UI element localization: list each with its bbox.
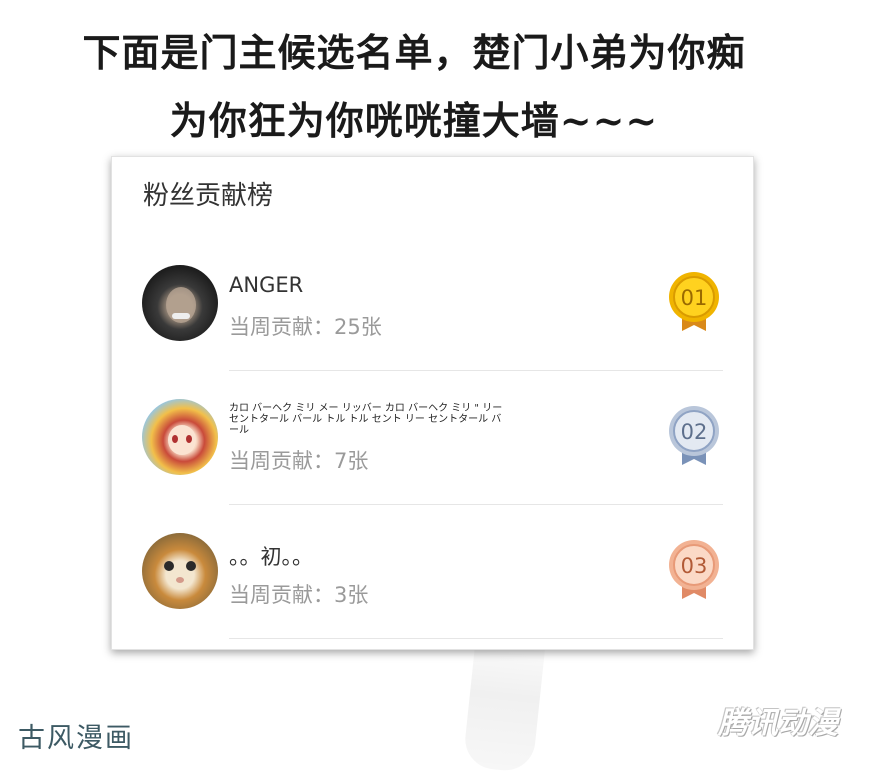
silver-medal-icon: 02	[669, 406, 719, 465]
headline-line-1: 下面是门主候选名单，楚门小弟为你痴	[82, 30, 746, 75]
rank-number: 03	[681, 554, 708, 578]
leaderboard-row-3[interactable]: 。。初。。 当周贡献：3张 03	[112, 525, 753, 659]
fan-name: カロ バーヘク ミリ メー リッバー カロ バーヘク ミリ " リー セントター…	[229, 403, 503, 436]
row-divider	[229, 638, 723, 639]
avatar[interactable]	[142, 533, 218, 609]
fan-name: ANGER	[229, 273, 304, 297]
row-divider	[229, 370, 723, 371]
leaderboard-row-1[interactable]: ANGER 当周贡献：25张 01	[112, 257, 753, 391]
contribution-text: 当周贡献：3张	[229, 583, 369, 607]
avatar[interactable]	[142, 399, 218, 475]
contribution-text: 当周贡献：25张	[229, 315, 382, 339]
source-label: 古风漫画	[18, 723, 134, 754]
bronze-medal-icon: 03	[669, 540, 719, 599]
contribution-text: 当周贡献：7张	[229, 449, 369, 473]
headline-line-2: 为你狂为你咣咣撞大墙~~~	[169, 98, 659, 143]
gold-medal-icon: 01	[669, 272, 719, 331]
card-title: 粉丝贡献榜	[143, 181, 274, 211]
avatar[interactable]	[142, 265, 218, 341]
fan-name: 。。初。。	[229, 545, 313, 569]
row-divider	[229, 504, 723, 505]
fan-contribution-card: 粉丝贡献榜 ANGER 当周贡献：25张 01 カロ バーヘク ミリ メー リッ…	[111, 156, 754, 650]
rank-number: 01	[681, 286, 708, 310]
leaderboard-row-2[interactable]: カロ バーヘク ミリ メー リッバー カロ バーヘク ミリ " リー セントター…	[112, 391, 753, 525]
rank-number: 02	[681, 420, 708, 444]
watermark-logo: 腾讯动漫	[718, 706, 838, 741]
